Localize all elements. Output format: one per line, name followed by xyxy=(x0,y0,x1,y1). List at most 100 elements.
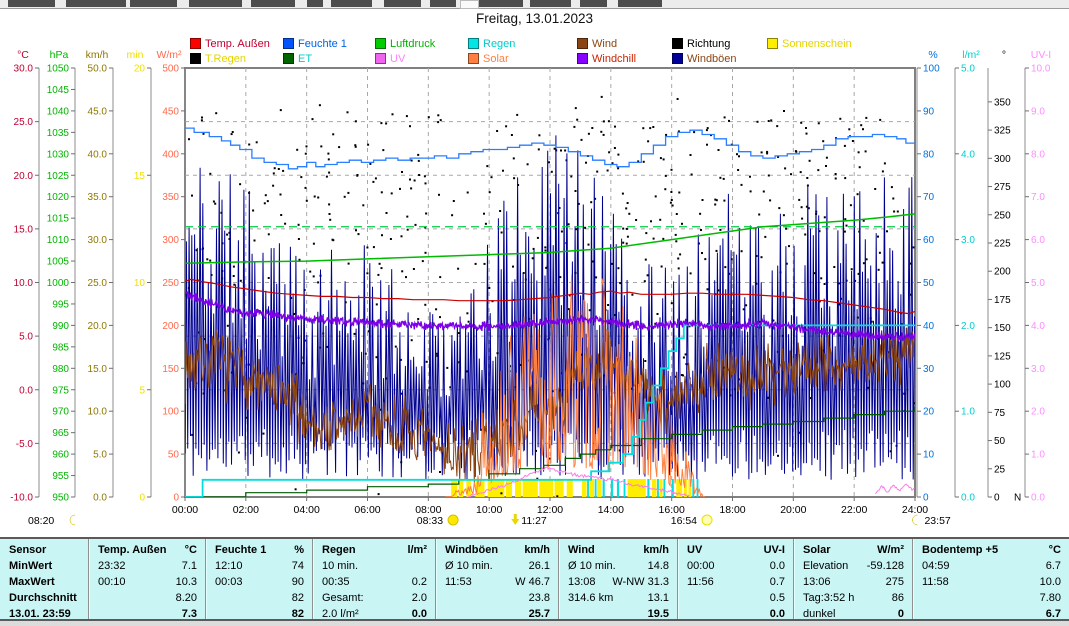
svg-text:22:00: 22:00 xyxy=(841,504,867,516)
svg-text:400: 400 xyxy=(162,149,179,160)
table-cell-value: 10.3 xyxy=(176,574,197,590)
svg-text:960: 960 xyxy=(52,450,69,461)
table-cell-label: 11:56 xyxy=(687,574,714,590)
axis-km/h: km/h0.05.010.015.020.025.030.035.040.045… xyxy=(86,49,113,504)
toolbar-button[interactable] xyxy=(530,0,571,7)
svg-text:km/h: km/h xyxy=(86,49,109,61)
svg-text:90: 90 xyxy=(923,106,935,117)
table-cell-value: 26.1 xyxy=(529,558,550,574)
legend-label: ET xyxy=(298,53,312,65)
svg-text:350: 350 xyxy=(994,97,1011,108)
svg-text:5.0: 5.0 xyxy=(961,64,975,75)
svg-text:06:00: 06:00 xyxy=(354,504,380,516)
table-cell-value: 13.1 xyxy=(648,590,669,606)
table-row-label: Sensor xyxy=(9,542,46,558)
table-cell-label: 13:08 xyxy=(568,574,596,590)
svg-text:3.0: 3.0 xyxy=(1031,364,1045,375)
table-cell-label: 12:10 xyxy=(215,558,243,574)
svg-text:500: 500 xyxy=(162,64,179,75)
toolbar-button[interactable] xyxy=(580,0,607,7)
toolbar-button[interactable] xyxy=(251,0,295,7)
svg-text:1030: 1030 xyxy=(47,149,70,160)
toolbar-button[interactable] xyxy=(479,0,523,7)
svg-text:0.0: 0.0 xyxy=(961,493,975,504)
table-column-name: Windböen xyxy=(445,542,498,558)
table-cell-label: 00:00 xyxy=(687,558,715,574)
legend-label: Solar xyxy=(483,53,509,65)
table-column-temp: Temp. Außen°C23:327.100:1010.38.207.3 xyxy=(88,539,205,619)
svg-text:7.0: 7.0 xyxy=(1031,192,1045,203)
table-cell-value: -59.128 xyxy=(867,558,904,574)
svg-text:16:00: 16:00 xyxy=(659,504,685,516)
moon-icon xyxy=(70,515,75,525)
svg-text:0: 0 xyxy=(139,493,145,504)
table-cell-label: Gesamt: xyxy=(322,590,364,606)
svg-text:15.0: 15.0 xyxy=(88,364,108,375)
table-cell-value: 19.5 xyxy=(648,606,669,622)
table-column-sensor: SensorMinWertMaxWertDurchschnitt13.01. 2… xyxy=(0,539,88,619)
table-column-name: Feuchte 1 xyxy=(215,542,266,558)
table-cell-value: 14.8 xyxy=(648,558,669,574)
table-column-name: Wind xyxy=(568,542,595,558)
legend-label: T.Regen xyxy=(205,53,246,65)
table-column-unit: UV-I xyxy=(764,542,785,558)
table-cell-label: 00:03 xyxy=(215,574,243,590)
legend-item-richtung: Richtung xyxy=(672,37,730,50)
legend-item-wind: Wind xyxy=(577,37,617,50)
svg-text:2.0: 2.0 xyxy=(1031,407,1045,418)
legend-item-sonnenschein: Sonnenschein xyxy=(767,37,852,50)
svg-text:325: 325 xyxy=(994,126,1011,137)
svg-text:100: 100 xyxy=(994,380,1011,391)
toolbar-button[interactable] xyxy=(189,0,242,7)
toolbar-button[interactable] xyxy=(66,0,126,7)
table-cell-label: 314.6 km xyxy=(568,590,613,606)
svg-text:20.0: 20.0 xyxy=(14,171,34,182)
svg-text:50: 50 xyxy=(923,278,935,289)
svg-text:15.0: 15.0 xyxy=(14,224,34,235)
svg-text:80: 80 xyxy=(923,149,935,160)
table-column-regen: Regenl/m²10 min.00:350.2Gesamt:2.02.0 l/… xyxy=(312,539,435,619)
table-row-label: Durchschnitt xyxy=(9,590,77,606)
legend-item-windchill: Windchill xyxy=(577,52,636,65)
toolbar-button[interactable] xyxy=(307,0,323,7)
svg-text:45.0: 45.0 xyxy=(88,106,108,117)
toolbar-strip xyxy=(0,0,1069,9)
weather-chart: °C-10.0-5.00.05.010.015.020.025.030.0hPa… xyxy=(0,0,1069,626)
legend-label: UV xyxy=(390,53,405,65)
table-column-solar: SolarW/m²Elevation-59.12813:06275Tag:3:5… xyxy=(793,539,912,619)
svg-text:0.0: 0.0 xyxy=(1031,493,1045,504)
series-ET xyxy=(185,407,915,497)
svg-text:60: 60 xyxy=(923,235,935,246)
bottom-strip xyxy=(0,621,1069,626)
svg-text:0: 0 xyxy=(173,493,179,504)
svg-text:150: 150 xyxy=(162,364,179,375)
toolbar-button[interactable] xyxy=(618,0,662,7)
toolbar-button[interactable] xyxy=(430,0,456,7)
toolbar-button[interactable] xyxy=(8,0,55,7)
svg-text:10:00: 10:00 xyxy=(476,504,502,516)
svg-text:50: 50 xyxy=(168,450,180,461)
table-column-uv: UVUV-I00:000.011:560.70.50.0 xyxy=(677,539,793,619)
axis-UV-I: UV-I0.01.02.03.04.05.06.07.08.09.010.0 xyxy=(1025,49,1051,504)
series-Windchill xyxy=(185,292,915,341)
table-column-feuchte1: Feuchte 1%12:107400:03908282 xyxy=(205,539,312,619)
toolbar-button[interactable] xyxy=(460,0,479,9)
svg-text:24:00: 24:00 xyxy=(902,504,928,516)
table-row-label: 13.01. 23:59 xyxy=(9,606,71,622)
svg-text:10: 10 xyxy=(923,450,935,461)
axis-min: min05101520 xyxy=(127,49,151,504)
series-Solar xyxy=(445,275,705,498)
table-cell-label: 00:10 xyxy=(98,574,126,590)
legend-item-uv: UV xyxy=(375,52,405,65)
svg-text:20.0: 20.0 xyxy=(88,321,108,332)
svg-text:995: 995 xyxy=(52,299,69,310)
toolbar-button[interactable] xyxy=(331,0,372,7)
toolbar-button[interactable] xyxy=(130,0,177,7)
svg-text:14:00: 14:00 xyxy=(598,504,624,516)
toolbar-button[interactable] xyxy=(384,0,421,7)
svg-text:50: 50 xyxy=(994,436,1006,447)
table-column-unit: W/m² xyxy=(877,542,904,558)
table-cell-value: 82 xyxy=(292,606,304,622)
legend-label: Regen xyxy=(483,38,515,50)
table-cell-value: 86 xyxy=(892,590,904,606)
